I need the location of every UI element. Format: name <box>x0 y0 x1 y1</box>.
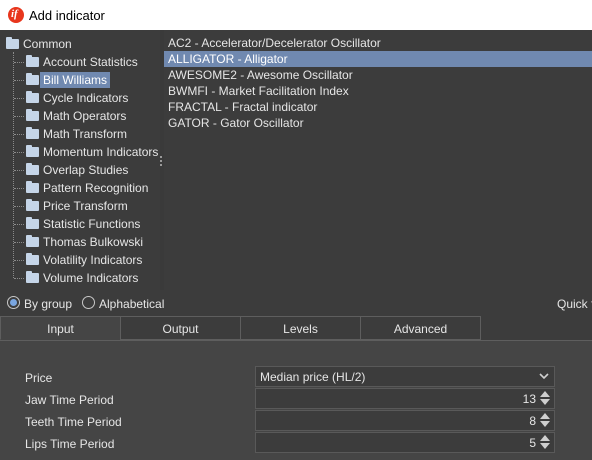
tree-connector-line <box>13 52 14 278</box>
jaw-period-stepper[interactable] <box>540 391 551 406</box>
folder-icon <box>26 253 39 265</box>
quick-filter-label: Quick fi <box>557 297 592 311</box>
chevron-down-icon <box>539 373 549 380</box>
tab-output[interactable]: Output <box>120 316 241 340</box>
teeth-period-stepper[interactable] <box>540 413 551 428</box>
tree-connector <box>14 206 24 207</box>
jaw-period-label: Jaw Time Period <box>25 393 114 407</box>
indicator-item-ac2[interactable]: AC2 - Accelerator/Decelerator Oscillator <box>164 35 592 51</box>
price-label: Price <box>25 371 53 385</box>
tree-connector <box>14 188 24 189</box>
tree-item-label: Statistic Functions <box>43 217 141 231</box>
title-bar: if Add indicator <box>0 0 592 30</box>
folder-icon <box>26 235 39 247</box>
tab-bar: Input Output Levels Advanced <box>0 316 592 340</box>
tree-connector <box>14 80 24 81</box>
tree-item-label: Volume Indicators <box>43 271 139 285</box>
splitter-grip-dot <box>160 160 162 162</box>
folder-icon <box>26 91 39 103</box>
tree-connector <box>14 224 24 225</box>
stepper-down-icon[interactable] <box>540 443 550 449</box>
radio-alphabetical-label[interactable]: Alphabetical <box>99 297 164 311</box>
tree-item-label: Pattern Recognition <box>43 181 149 195</box>
folder-icon <box>26 73 39 85</box>
tab-input[interactable]: Input <box>0 316 121 340</box>
tree-root-label: Common <box>23 37 72 51</box>
folder-icon <box>26 181 39 193</box>
folder-icon <box>26 271 39 283</box>
tree-connector <box>14 170 24 171</box>
lips-period-stepper[interactable] <box>540 435 551 450</box>
tree-connector <box>14 98 24 99</box>
lips-period-input[interactable]: 5 <box>255 432 555 453</box>
folder-icon <box>26 55 39 67</box>
indicator-item-bwmfi[interactable]: BWMFI - Market Facilitation Index <box>164 83 592 99</box>
folder-icon <box>26 145 39 157</box>
folder-icon <box>26 127 39 139</box>
stepper-up-icon[interactable] <box>540 391 550 397</box>
tree-item-label: Thomas Bulkowski <box>43 235 144 249</box>
tree-item-label: Momentum Indicators <box>43 145 159 159</box>
app-logo-icon: if <box>8 7 24 23</box>
folder-icon <box>26 163 39 175</box>
tree-item-label: Account Statistics <box>43 55 138 69</box>
teeth-period-value: 8 <box>529 414 536 428</box>
jaw-period-value: 13 <box>522 392 536 406</box>
folder-icon <box>26 109 39 121</box>
tree-connector <box>14 134 24 135</box>
tree-connector <box>14 260 24 261</box>
stepper-down-icon[interactable] <box>540 421 550 427</box>
folder-icon <box>6 37 19 49</box>
indicator-item-awesome2[interactable]: AWESOME2 - Awesome Oscillator <box>164 67 592 83</box>
input-tab-panel: Price Median price (HL/2) Jaw Time Perio… <box>0 340 592 460</box>
folder-icon <box>26 217 39 229</box>
stepper-down-icon[interactable] <box>540 399 550 405</box>
indicator-item-fractal[interactable]: FRACTAL - Fractal indicator <box>164 99 592 115</box>
tree-connector <box>14 152 24 153</box>
radio-by-group-label[interactable]: By group <box>24 297 72 311</box>
splitter-grip-dot <box>160 164 162 166</box>
lips-period-label: Lips Time Period <box>25 437 115 451</box>
teeth-period-label: Teeth Time Period <box>25 415 122 429</box>
tree-item-label: Price Transform <box>43 199 128 213</box>
tab-levels[interactable]: Levels <box>240 316 361 340</box>
tree-item-label: Bill Williams <box>40 72 110 88</box>
radio-by-group[interactable] <box>7 296 20 309</box>
price-value: Median price (HL/2) <box>260 370 366 384</box>
radio-alphabetical[interactable] <box>82 296 95 309</box>
tree-connector <box>14 242 24 243</box>
category-tree: Common Account Statistics Bill Williams … <box>0 30 160 290</box>
tree-item-label: Math Transform <box>43 127 128 141</box>
tab-advanced[interactable]: Advanced <box>360 316 481 340</box>
stepper-up-icon[interactable] <box>540 435 550 441</box>
tree-connector <box>14 116 24 117</box>
tree-item-label: Cycle Indicators <box>43 91 129 105</box>
tree-item-label: Volatility Indicators <box>43 253 143 267</box>
indicator-item-alligator[interactable]: ALLIGATOR - Alligator <box>164 51 592 67</box>
teeth-period-input[interactable]: 8 <box>255 410 555 431</box>
price-dropdown[interactable]: Median price (HL/2) <box>255 366 555 387</box>
tree-connector <box>14 278 24 279</box>
folder-icon <box>26 199 39 211</box>
lips-period-value: 5 <box>529 436 536 450</box>
tree-item-label: Math Operators <box>43 109 127 123</box>
tree-item-label: Overlap Studies <box>43 163 129 177</box>
tree-connector <box>14 62 24 63</box>
window-title: Add indicator <box>29 8 105 23</box>
stepper-up-icon[interactable] <box>540 413 550 419</box>
jaw-period-input[interactable]: 13 <box>255 388 555 409</box>
indicator-list: AC2 - Accelerator/Decelerator Oscillator… <box>164 30 592 290</box>
splitter-grip-dot <box>160 156 162 158</box>
indicator-item-gator[interactable]: GATOR - Gator Oscillator <box>164 115 592 131</box>
